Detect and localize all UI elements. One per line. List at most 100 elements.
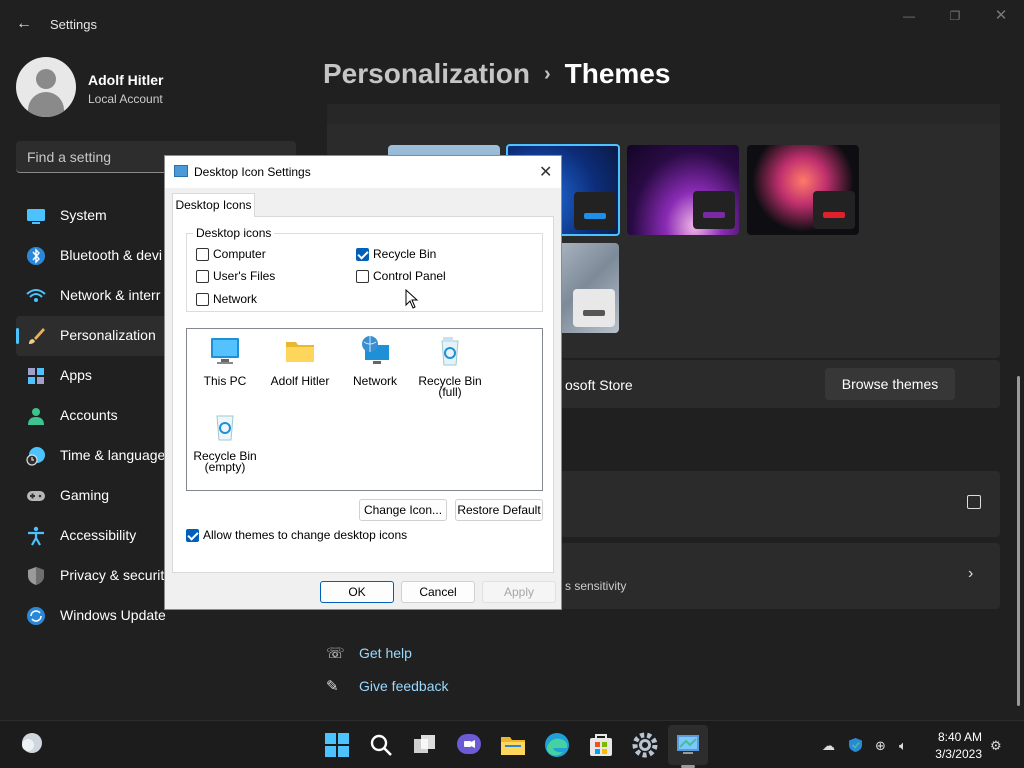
apply-button[interactable]: Apply [482,581,556,603]
card-divider [327,104,1000,124]
sidebar-item-label: Time & language [60,447,166,463]
app-title: Settings [50,17,97,32]
breadcrumb-parent[interactable]: Personalization [323,58,530,89]
clock-date[interactable]: 3/3/2023 [926,747,982,761]
weather-icon[interactable] [18,729,46,757]
cancel-button[interactable]: Cancel [401,581,475,603]
page-title: Themes [564,58,671,89]
sidebar-item-label: Accounts [60,407,118,423]
chevron-right-icon: › [968,565,974,582]
list-item-user-folder[interactable]: Adolf Hitler [262,335,338,387]
checkbox-box [356,270,369,283]
desktop-icons-group: Desktop icons Computer User's Files Netw… [186,226,543,312]
icon-label: (empty) [204,460,246,474]
restore-default-button[interactable]: Restore Default [455,499,543,521]
theme-color-chip [573,289,615,327]
sidebar-item-label: Apps [60,367,92,383]
search-icon[interactable] [367,731,395,759]
list-item-network[interactable]: Network [337,335,413,387]
sidebar-item-label: Bluetooth & devi [60,247,162,263]
taskbar: ☁ ⊕ 🔈︎ 8:40 AM 3/3/2023 ⚙ [0,720,1024,768]
checkbox-label: Allow themes to change desktop icons [203,528,408,542]
store-text: osoft Store [565,377,633,393]
clock-time[interactable]: 8:40 AM [930,730,982,744]
theme-thumbnail-glow[interactable] [627,145,739,235]
checkbox-label: Recycle Bin [373,247,437,261]
network-globe-icon [362,336,389,364]
maximize-button[interactable]: ❐ [935,6,975,26]
back-arrow-icon[interactable]: ← [14,14,34,34]
checkbox-box [196,293,209,306]
store-icon[interactable] [587,731,615,759]
icon-label: (full) [438,385,462,399]
paintbrush-icon [29,328,45,344]
onedrive-offline-icon[interactable]: ☁ [822,738,835,754]
sidebar-item-label: Personalization [60,327,156,343]
volume-icon[interactable]: 🔈︎ [899,738,907,754]
theme-thumbnail-bloom[interactable] [747,145,859,235]
checkbox-label: User's Files [213,269,276,283]
theme-color-chip [693,191,735,229]
list-item-recycle-bin-empty[interactable]: Recycle Bin (empty) [187,410,263,473]
monitor-icon [211,338,239,364]
start-icon[interactable] [323,731,351,759]
sidebar-item-label: System [60,207,107,223]
change-icon-button[interactable]: Change Icon... [359,499,447,521]
browse-themes-button[interactable]: Browse themes [825,368,955,400]
user-name: Adolf Hitler [88,72,164,88]
open-external-icon [967,495,981,509]
sidebar-item-label: Windows Update [60,607,166,623]
feedback-icon: ✎ [326,678,339,695]
sidebar-item-label: Network & interr [60,287,161,303]
chat-icon[interactable] [455,731,483,759]
close-button[interactable]: ✕ [981,6,1021,26]
minimize-button[interactable]: — [889,6,929,26]
checkbox-box [186,529,199,542]
breadcrumb: Personalization › Themes [323,58,670,90]
edge-icon[interactable] [543,731,571,759]
account-type: Local Account [88,92,163,106]
checkbox-box [196,248,209,261]
checkbox-box [196,270,209,283]
list-item-this-pc[interactable]: This PC [187,335,263,387]
scrollbar[interactable] [1017,376,1020,706]
task-view-icon[interactable] [411,731,439,759]
desktop-icon-list[interactable]: This PC Adolf Hitler Network Recycle Bin… [186,328,543,491]
icon-label: Adolf Hitler [270,374,330,388]
desktop-icon [174,165,188,177]
recycle-bin-full-icon [441,337,459,366]
get-help-link[interactable]: Get help [359,645,412,661]
file-explorer-icon[interactable] [499,731,527,759]
group-label: Desktop icons [193,226,275,240]
checkbox-label: Control Panel [373,269,446,283]
control-panel-icon[interactable] [674,731,702,759]
close-icon[interactable]: ✕ [539,162,552,182]
apps-icon [28,368,44,384]
list-item-recycle-bin-full[interactable]: Recycle Bin (full) [412,335,488,398]
sidebar-item-label: Accessibility [60,527,137,543]
icon-label: This PC [203,374,247,388]
tab-desktop-icons[interactable]: Desktop Icons [172,193,255,217]
row-subtitle: s sensitivity [565,579,627,593]
notification-icon[interactable]: ⚙ [990,738,1002,754]
theme-color-chip [813,191,855,229]
give-feedback-link[interactable]: Give feedback [359,678,449,694]
breadcrumb-separator: › [543,63,551,85]
globe-network-icon[interactable]: ⊕ [875,738,886,754]
mouse-cursor-icon [405,289,419,309]
wifi-icon [26,289,46,302]
desktop-icon-settings-dialog: Desktop Icon Settings ✕ Desktop Icons De… [164,155,562,610]
security-shield-icon[interactable] [848,737,863,753]
ok-button[interactable]: OK [320,581,394,603]
checkbox-label: Network [213,292,258,306]
search-placeholder: Find a setting [27,149,112,165]
settings-icon[interactable] [631,731,659,759]
theme-color-chip [574,192,616,230]
icon-label: Network [352,374,397,388]
avatar[interactable] [16,57,76,117]
title-bar: ← Settings — ❐ ✕ [0,0,1024,48]
checkbox-label: Computer [213,247,266,261]
gamepad-icon [27,491,45,501]
checkbox-box [356,248,369,261]
recycle-bin-empty-icon [216,415,234,441]
